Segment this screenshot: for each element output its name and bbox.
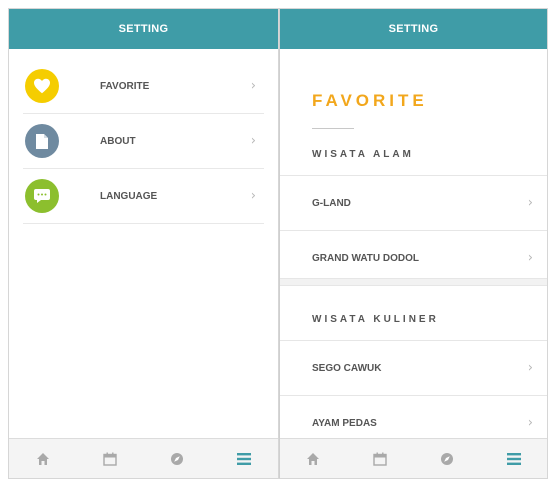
list-item-label: AYAM PEDAS (312, 417, 377, 429)
heart-icon (25, 69, 59, 103)
chevron-right-icon: › (250, 133, 256, 149)
header-bar: SETTING (280, 9, 547, 49)
list-item-label: GRAND WATU DODOL (312, 252, 420, 264)
header-title: SETTING (118, 23, 169, 35)
list-item-label: SEGO CAWUK (312, 362, 382, 374)
menu-item-favorite[interactable]: FAVORITE › (23, 59, 264, 114)
chevron-right-icon: › (527, 250, 533, 266)
menu-item-label: FAVORITE (100, 80, 150, 92)
menu-item-about[interactable]: ABOUT › (23, 114, 264, 169)
chevron-right-icon: › (527, 195, 533, 211)
document-icon (25, 124, 59, 158)
title-divider (312, 128, 354, 129)
chevron-right-icon: › (250, 188, 256, 204)
menu-item-language[interactable]: LANGUAGE › (23, 169, 264, 224)
section-heading: WISATA ALAM (312, 149, 414, 160)
settings-menu: FAVORITE › ABOUT › LANGUAGE › (23, 59, 264, 224)
page-title: FAVORITE (312, 91, 428, 110)
compass-icon[interactable] (162, 444, 192, 474)
chat-bubble-icon (25, 179, 59, 213)
header-title: SETTING (388, 23, 439, 35)
favorite-screen: SETTING FAVORITE WISATA ALAM G-LAND › GR… (279, 8, 548, 479)
menu-icon[interactable] (229, 444, 259, 474)
header-bar: SETTING (9, 9, 278, 49)
bottom-nav (280, 438, 547, 478)
list-item-label: G-LAND (312, 197, 351, 209)
chevron-right-icon: › (527, 360, 533, 376)
menu-item-label: ABOUT (100, 135, 136, 147)
compass-icon[interactable] (432, 444, 462, 474)
calendar-icon[interactable] (95, 444, 125, 474)
chevron-right-icon: › (527, 415, 533, 431)
settings-screen: SETTING FAVORITE › ABOUT › LANGUAGE › (8, 8, 279, 479)
list-item[interactable]: GRAND WATU DODOL › (280, 230, 547, 285)
calendar-icon[interactable] (365, 444, 395, 474)
chevron-right-icon: › (250, 78, 256, 94)
menu-item-label: LANGUAGE (100, 190, 158, 202)
bottom-nav (9, 438, 278, 478)
section-heading: WISATA KULINER (312, 314, 439, 325)
list-item[interactable]: G-LAND › (280, 175, 547, 230)
menu-icon[interactable] (499, 444, 529, 474)
home-icon[interactable] (298, 444, 328, 474)
section-divider (280, 278, 547, 286)
list-item[interactable]: SEGO CAWUK › (280, 340, 547, 395)
home-icon[interactable] (28, 444, 58, 474)
